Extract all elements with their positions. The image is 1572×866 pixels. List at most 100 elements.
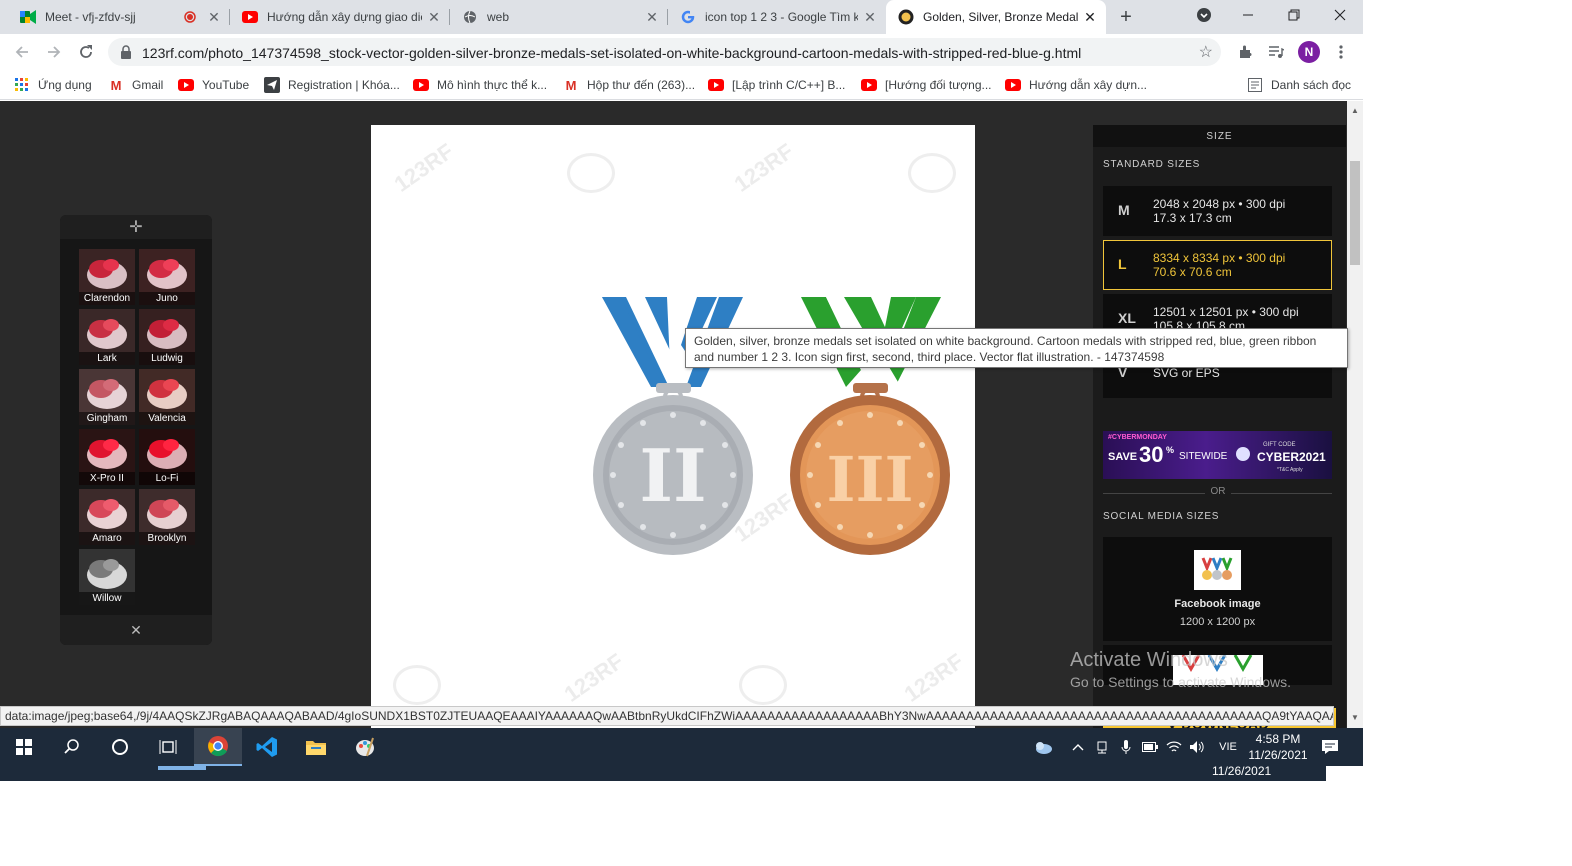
bookmark-apps[interactable]: Ứng dụng — [14, 76, 92, 94]
tab-google-search[interactable]: icon top 1 2 3 - Google Tìm kiếm ✕ — [668, 0, 886, 34]
close-tab-icon[interactable]: ✕ — [862, 9, 878, 25]
ghost-date: 11/26/2021 — [1212, 766, 1272, 778]
bookmark-inbox[interactable]: M Hộp thư đến (263)... — [563, 76, 696, 94]
tab-youtube[interactable]: Hướng dẫn xây dựng giao diện ✕ — [230, 0, 450, 34]
bookmark-youtube-4[interactable]: [Hướng đối tượng... — [861, 76, 992, 94]
bookmark-youtube[interactable]: YouTube — [178, 76, 249, 94]
filter-label: Willow — [79, 592, 135, 605]
promo-sitewide: SITEWIDE — [1179, 451, 1228, 462]
size-option-l[interactable]: L 8334 x 8334 px • 300 dpi 70.6 x 70.6 c… — [1103, 240, 1332, 290]
move-handle-icon[interactable]: ✛ — [60, 215, 212, 239]
google-icon — [680, 9, 696, 25]
show-hidden-icons-chevron-icon[interactable] — [1070, 739, 1086, 755]
lock-icon — [120, 45, 132, 62]
weather-icon[interactable] — [1032, 739, 1054, 755]
paper-plane-icon — [264, 77, 280, 93]
scroll-up-arrow[interactable]: ▲ — [1347, 103, 1363, 117]
task-view-button[interactable] — [144, 728, 192, 766]
chrome-taskbar-button[interactable] — [194, 728, 242, 766]
arrow-left-icon — [15, 46, 28, 58]
bookmarks-bar: Ứng dụng M Gmail YouTube Registration | … — [0, 70, 1363, 100]
filter-thumbnail[interactable]: Clarendon — [79, 249, 135, 305]
activate-subtitle: Go to Settings to activate Windows. — [1070, 674, 1291, 690]
tab-meet[interactable]: Meet - vfj-zfdv-sjj ✕ — [8, 0, 230, 34]
filter-thumbnail[interactable]: Gingham — [79, 369, 135, 425]
filter-panel: ✛ Clarendon Juno Lark Ludwig Gingham Val… — [60, 215, 212, 645]
google-meet-icon — [20, 9, 36, 25]
bookmark-label: YouTube — [202, 78, 250, 92]
search-taskbar-button[interactable] — [48, 728, 96, 766]
filter-thumbnail[interactable]: Valencia — [139, 369, 195, 425]
facebook-preview-image — [1194, 550, 1241, 590]
promo-code: CYBER2021 — [1257, 450, 1326, 464]
bookmark-youtube-2[interactable]: Mô hình thực thể k... — [413, 76, 547, 94]
address-bar[interactable]: 123rf.com/photo_147374598_stock-vector-g… — [108, 38, 1221, 66]
image-preview: 123RF 123RF 123RF 123RF 123RF II III — [371, 125, 975, 728]
language-indicator[interactable]: VIE — [1216, 739, 1240, 755]
filter-thumbnail[interactable]: Juno — [139, 249, 195, 305]
reload-button[interactable] — [72, 38, 100, 66]
facebook-title: Facebook image — [1174, 598, 1261, 610]
filter-thumbnail[interactable]: Lark — [79, 309, 135, 365]
filter-thumbnail[interactable]: Ludwig — [139, 309, 195, 365]
file-explorer-taskbar-button[interactable] — [292, 728, 340, 766]
close-filters-button[interactable]: ✕ — [60, 615, 212, 645]
filter-thumbnail[interactable]: Lo-Fi — [139, 429, 195, 485]
start-button[interactable] — [0, 728, 48, 766]
notifications-icon[interactable] — [1320, 739, 1340, 755]
bookmark-label: Registration | Khóa... — [288, 78, 400, 92]
youtube-icon — [861, 77, 877, 93]
microphone-icon[interactable] — [1118, 739, 1134, 755]
reading-list-icon — [1247, 77, 1263, 93]
restore-button[interactable] — [1271, 0, 1317, 30]
extensions-icon[interactable] — [1235, 42, 1255, 62]
filter-label: Clarendon — [79, 292, 135, 305]
reading-list[interactable]: Danh sách đọc — [1247, 76, 1351, 94]
media-control-icon[interactable] — [1266, 42, 1286, 62]
taskbar-clock[interactable]: 4:58 PM 11/26/2021 — [1244, 731, 1312, 763]
vscode-taskbar-button[interactable] — [243, 728, 291, 766]
cortana-button[interactable] — [96, 728, 144, 766]
menu-dots-icon[interactable] — [1331, 42, 1351, 62]
close-window-button[interactable] — [1317, 0, 1363, 30]
bookmark-label: Gmail — [132, 78, 164, 92]
tab-123rf-active[interactable]: Golden, Silver, Bronze Medals ✕ — [886, 0, 1106, 34]
clock-date: 11/26/2021 — [1248, 748, 1308, 762]
close-tab-icon[interactable]: ✕ — [426, 9, 442, 25]
close-tab-icon[interactable]: ✕ — [206, 9, 222, 25]
tab-title: web — [487, 10, 510, 24]
vertical-scrollbar[interactable]: ▲ ▼ — [1347, 101, 1363, 728]
forward-button[interactable] — [40, 38, 68, 66]
size-panel: SIZE STANDARD SIZES M 2048 x 2048 px • 3… — [1093, 125, 1346, 728]
close-tab-icon[interactable]: ✕ — [1082, 9, 1098, 25]
filter-thumbnail[interactable]: Willow — [79, 549, 135, 605]
minimize-button[interactable] — [1225, 0, 1271, 30]
network-adapter-icon[interactable] — [1094, 739, 1110, 755]
scroll-down-arrow[interactable]: ▼ — [1347, 710, 1363, 724]
filter-thumbnail[interactable]: X-Pro II — [79, 429, 135, 485]
back-button[interactable] — [8, 38, 36, 66]
tab-search-button[interactable] — [1182, 0, 1226, 30]
wifi-icon[interactable] — [1166, 739, 1182, 755]
profile-avatar[interactable]: N — [1298, 41, 1320, 63]
close-tab-icon[interactable]: ✕ — [644, 9, 660, 25]
filter-thumbnail[interactable]: Brooklyn — [139, 489, 195, 545]
tab-web[interactable]: web ✕ — [450, 0, 668, 34]
bookmark-star-icon[interactable]: ☆ — [1199, 42, 1213, 62]
new-tab-button[interactable]: + — [1114, 5, 1138, 29]
battery-icon[interactable] — [1142, 739, 1158, 755]
bookmark-youtube-5[interactable]: Hướng dẫn xây dựn... — [1005, 76, 1147, 94]
volume-icon[interactable] — [1189, 739, 1205, 755]
paint-taskbar-button[interactable] — [341, 728, 389, 766]
size-option-m[interactable]: M 2048 x 2048 px • 300 dpi 17.3 x 17.3 c… — [1103, 186, 1332, 236]
bookmark-registration[interactable]: Registration | Khóa... — [264, 76, 400, 94]
status-bar-url: data:image/jpeg;base64,/9j/4AAQSkZJRgABA… — [0, 706, 1334, 726]
cyber-monday-banner[interactable]: #CYBERMONDAY SAVE 30 % SITEWIDE GIFT COD… — [1103, 431, 1332, 479]
facebook-size-option[interactable]: Facebook image 1200 x 1200 px — [1103, 537, 1332, 641]
screen: Meet - vfj-zfdv-sjj ✕ Hướng dẫn xây dựng… — [0, 0, 1363, 781]
scrollbar-thumb[interactable] — [1350, 161, 1360, 265]
youtube-icon — [413, 77, 429, 93]
bookmark-youtube-3[interactable]: [Lập trình C/C++] B... — [708, 76, 845, 94]
filter-thumbnail[interactable]: Amaro — [79, 489, 135, 545]
bookmark-gmail[interactable]: M Gmail — [108, 76, 164, 94]
